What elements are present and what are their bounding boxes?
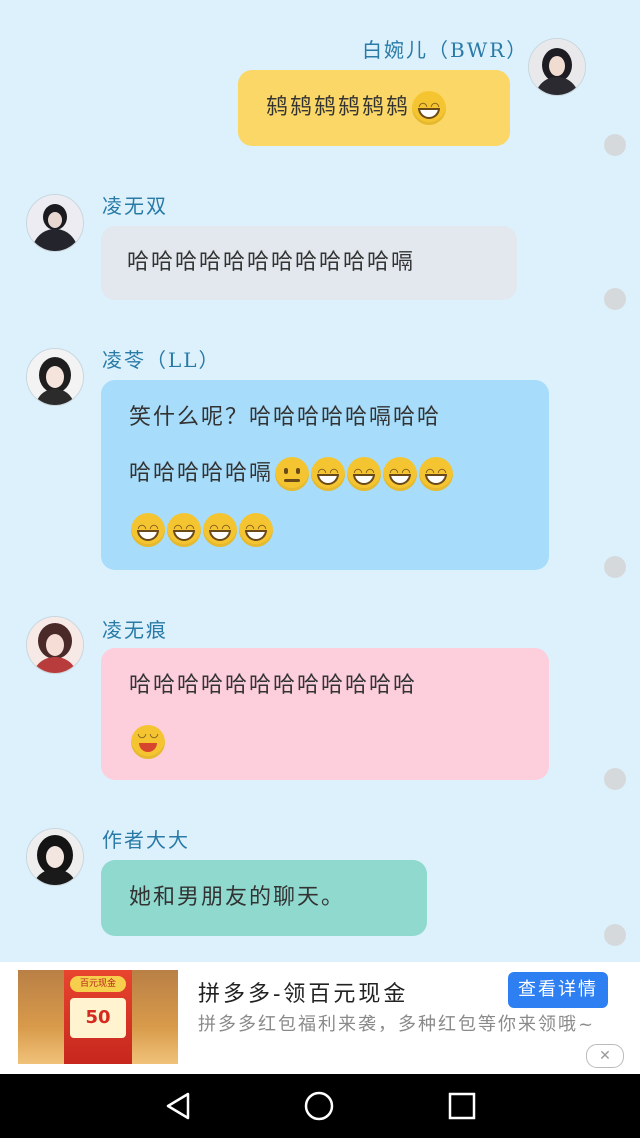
message-line: 她和男朋友的聊天。 xyxy=(129,885,346,910)
laughing-emoji-icon xyxy=(412,91,447,125)
message-bubble[interactable]: 鸫鸫鸫鸫鸫鸫 xyxy=(238,70,510,146)
laughing-emoji-icon xyxy=(419,457,454,491)
status-dot xyxy=(604,768,626,790)
navigation-bar xyxy=(0,1074,640,1138)
message-line: 鸫鸫鸫鸫鸫鸫 xyxy=(266,80,482,136)
laughing-emoji-icon xyxy=(383,457,418,491)
status-dot xyxy=(604,288,626,310)
back-icon[interactable] xyxy=(162,1090,194,1122)
chat-area[interactable]: 白婉儿（BWR） 鸫鸫鸫鸫鸫鸫 凌无双 哈哈哈哈哈哈哈哈哈哈哈嗝 凌苓（LL） xyxy=(0,0,640,960)
avatar[interactable] xyxy=(26,194,84,252)
recent-apps-icon[interactable] xyxy=(446,1090,478,1122)
status-dot xyxy=(604,134,626,156)
avatar[interactable] xyxy=(528,38,586,96)
laughing-emoji-icon xyxy=(239,513,273,547)
laughing-emoji-icon xyxy=(131,513,165,547)
sender-name: 凌无痕 xyxy=(102,618,168,642)
sender-name: 凌无双 xyxy=(102,194,168,218)
sender-name: 凌苓（LL） xyxy=(102,348,221,372)
ad-title[interactable]: 拼多多-领百元现金 xyxy=(198,976,408,1008)
sender-name: 作者大大 xyxy=(102,828,190,852)
laughing-emoji-icon xyxy=(167,513,201,547)
red-envelope-image: 百元现金 50 xyxy=(64,970,132,1064)
ad-description: 拼多多红包福利来袭，多种红包等你来领哦~ xyxy=(198,1014,596,1035)
message-line: 哈哈哈哈哈哈哈哈哈哈哈哈 xyxy=(129,673,418,698)
home-icon[interactable] xyxy=(303,1090,335,1122)
avatar[interactable] xyxy=(26,828,84,886)
message-text: 鸫鸫鸫鸫鸫鸫 xyxy=(266,95,411,120)
laughing-emoji-icon xyxy=(311,457,346,491)
message-bubble[interactable]: 哈哈哈哈哈哈哈哈哈哈哈哈 xyxy=(101,648,549,780)
avatar[interactable] xyxy=(26,616,84,674)
laughing-emoji-icon xyxy=(347,457,382,491)
close-ad-button[interactable]: ✕ xyxy=(586,1044,624,1068)
message-line xyxy=(129,714,521,770)
message-bubble[interactable]: 笑什么呢？哈哈哈哈哈嗝哈哈 哈哈哈哈哈嗝 xyxy=(101,380,549,570)
sender-name: 白婉儿（BWR） xyxy=(362,38,529,62)
status-dot xyxy=(604,556,626,578)
smile-emoji-icon xyxy=(131,725,165,759)
message-line: 哈哈哈哈哈嗝 xyxy=(129,446,521,502)
thumb-badge: 百元现金 xyxy=(70,976,126,992)
message-bubble[interactable]: 哈哈哈哈哈哈哈哈哈哈哈嗝 xyxy=(101,226,517,300)
laughing-emoji-icon xyxy=(203,513,237,547)
message-line xyxy=(129,502,521,558)
ad-thumbnail[interactable]: 百元现金 50 xyxy=(18,970,178,1064)
message-line: 哈哈哈哈哈哈哈哈哈哈哈嗝 xyxy=(127,250,416,275)
message-text: 哈哈哈哈哈嗝 xyxy=(129,461,274,486)
thumb-amount: 50 xyxy=(70,998,126,1038)
view-details-button[interactable]: 查看详情 xyxy=(508,972,608,1008)
neutral-emoji-icon xyxy=(275,457,310,491)
message-bubble[interactable]: 她和男朋友的聊天。 xyxy=(101,860,427,936)
avatar[interactable] xyxy=(26,348,84,406)
message-line: 笑什么呢？哈哈哈哈哈嗝哈哈 xyxy=(129,405,442,430)
status-dot xyxy=(604,924,626,946)
ad-banner[interactable]: 百元现金 50 拼多多-领百元现金 拼多多红包福利来袭，多种红包等你来领哦~ 查… xyxy=(0,962,640,1074)
